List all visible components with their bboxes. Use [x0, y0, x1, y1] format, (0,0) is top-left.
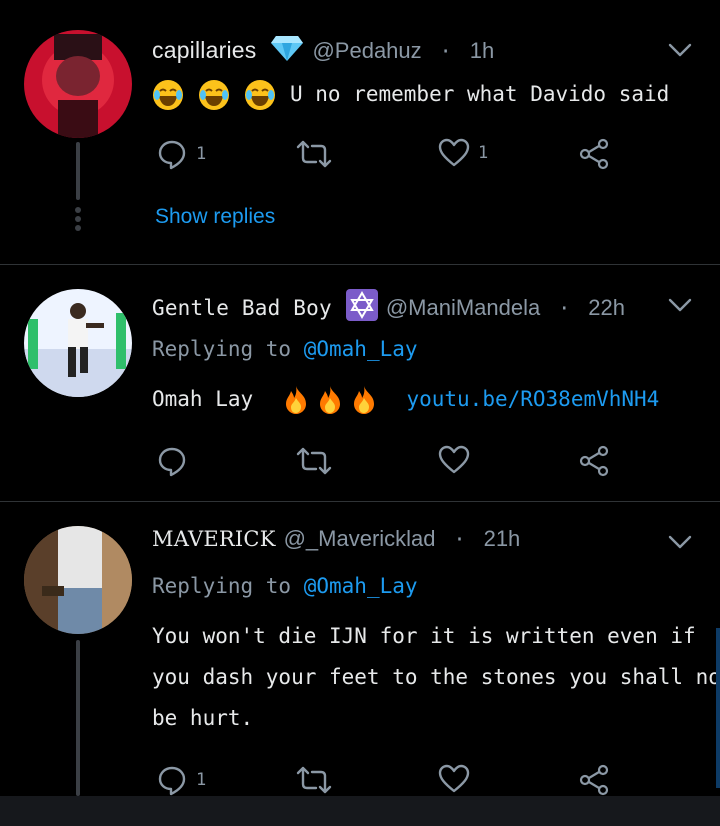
fire-emoji-icon — [314, 384, 346, 416]
replying-to: Replying to @Omah_Lay — [152, 337, 418, 361]
tweet-text-line: You won't die IJN for it is written even… — [152, 624, 696, 648]
reply-icon — [158, 447, 186, 477]
like-count: 1 — [478, 143, 489, 163]
tweet-actions — [152, 445, 632, 481]
gem-icon — [270, 34, 304, 67]
share-button[interactable] — [578, 764, 610, 796]
thread-line — [76, 640, 80, 796]
retweet-button[interactable] — [296, 138, 332, 170]
share-button[interactable] — [578, 445, 610, 477]
tweet-header: MAVERICK @_Mavericklad · 21h — [152, 526, 520, 552]
like-button[interactable]: 1 — [438, 138, 488, 168]
separator-dot: · — [558, 295, 571, 320]
avatar[interactable] — [24, 526, 132, 634]
avatar[interactable] — [24, 30, 132, 138]
mention-link[interactable]: @Omah_Lay — [304, 574, 418, 598]
replying-to: Replying to @Omah_Lay — [152, 574, 418, 598]
timestamp[interactable]: 1h — [470, 38, 494, 64]
scrollbar[interactable] — [716, 628, 720, 788]
tweet-actions: 1 1 — [152, 138, 632, 174]
reply-count: 1 — [196, 770, 207, 790]
tweet-header: capillaries @Pedahuz · 1h — [152, 34, 494, 67]
laughing-emoji-icon — [152, 79, 184, 111]
retweet-button[interactable] — [296, 764, 332, 796]
timestamp[interactable]: 21h — [484, 526, 521, 552]
fire-emoji-icon — [348, 384, 380, 416]
user-handle[interactable]: @Pedahuz — [312, 38, 421, 64]
display-name[interactable]: Gentle Bad Boy — [152, 296, 332, 320]
star-of-david-icon — [345, 289, 378, 326]
user-handle[interactable]: @_Mavericklad — [284, 526, 436, 552]
reply-icon — [158, 140, 186, 170]
tweet-text-line: be hurt. — [152, 706, 254, 730]
tweet-text: You won't die IJN for it is written even… — [152, 616, 720, 739]
like-button[interactable] — [438, 445, 470, 475]
fire-emoji-icon — [280, 384, 312, 416]
bottom-navigation-bar — [0, 796, 720, 826]
display-name[interactable]: capillaries — [152, 37, 256, 64]
display-name[interactable]: MAVERICK — [152, 527, 276, 551]
heart-icon — [438, 138, 470, 167]
tweet-header: Gentle Bad Boy @ManiMandela · 22h — [152, 289, 625, 326]
reply-button[interactable] — [156, 445, 188, 477]
heart-icon — [438, 445, 470, 474]
avatar[interactable] — [24, 289, 132, 397]
reply-button[interactable]: 1 — [156, 138, 206, 170]
tweet-text: Omah Lay youtu.be/RO38emVhNH4 — [152, 379, 659, 420]
reply-icon — [158, 766, 186, 796]
user-handle[interactable]: @ManiMandela — [386, 295, 540, 321]
heart-icon — [438, 764, 470, 793]
retweet-icon — [296, 766, 332, 794]
tweet-gentle-bad-boy[interactable]: Gentle Bad Boy @ManiMandela · 22h Replyi… — [0, 265, 720, 501]
chevron-down-icon[interactable] — [668, 297, 692, 313]
tweet-text: U no remember what Davido said — [152, 74, 669, 115]
laughing-emoji-icon — [244, 79, 276, 111]
tweet-actions: 1 — [152, 764, 632, 800]
mention-link[interactable]: @Omah_Lay — [304, 337, 418, 361]
share-icon — [579, 445, 609, 477]
reply-count: 1 — [196, 144, 207, 164]
thread-line — [76, 142, 80, 200]
tweet-text-body: Omah Lay — [152, 387, 254, 411]
separator-dot: · — [439, 38, 452, 63]
share-button[interactable] — [578, 138, 610, 170]
retweet-icon — [296, 140, 332, 168]
share-icon — [579, 764, 609, 796]
external-link[interactable]: youtu.be/RO38emVhNH4 — [406, 387, 659, 411]
chevron-down-icon[interactable] — [668, 42, 692, 58]
timestamp[interactable]: 22h — [588, 295, 625, 321]
replying-to-label: Replying to — [152, 337, 292, 361]
chevron-down-icon[interactable] — [668, 534, 692, 550]
tweet-text-body: U no remember what Davido said — [290, 82, 670, 106]
share-icon — [579, 138, 609, 170]
reply-button[interactable]: 1 — [156, 764, 206, 796]
show-replies-link[interactable]: Show replies — [155, 205, 275, 229]
tweet-capillaries[interactable]: capillaries @Pedahuz · 1h U no remember … — [0, 0, 720, 264]
laughing-emoji-icon — [198, 79, 230, 111]
retweet-button[interactable] — [296, 445, 332, 477]
like-button[interactable] — [438, 764, 470, 794]
replying-to-label: Replying to — [152, 574, 292, 598]
more-replies-dots — [74, 207, 82, 234]
retweet-icon — [296, 447, 332, 475]
tweet-maverick[interactable]: MAVERICK @_Mavericklad · 21h Replying to… — [0, 502, 720, 796]
separator-dot: · — [453, 527, 466, 551]
tweet-text-line: you dash your feet to the stones you sha… — [152, 665, 720, 689]
